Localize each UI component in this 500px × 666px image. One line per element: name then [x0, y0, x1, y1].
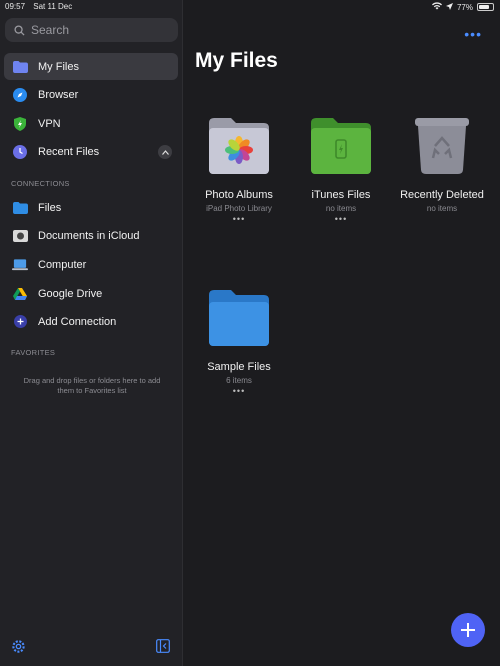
google-drive-icon — [12, 286, 28, 302]
connections-header: CONNECTIONS — [11, 179, 70, 188]
battery-icon — [477, 3, 494, 11]
gear-icon — [12, 640, 25, 653]
page-title: My Files — [195, 49, 278, 72]
sidebar-item-recent-files[interactable]: Recent Files — [4, 138, 178, 165]
sidebar-item-vpn[interactable]: VPN — [4, 110, 178, 137]
sidebar-item-label: Computer — [38, 258, 87, 271]
tile-recently-deleted[interactable]: Recently Deleted no items — [387, 108, 497, 213]
laptop-icon — [12, 257, 28, 273]
sidebar-item-label: Add Connection — [38, 315, 117, 328]
tile-subtitle: iPad Photo Library — [206, 204, 272, 213]
sidebar-collapse-icon — [156, 639, 170, 653]
plus-circle-icon — [12, 314, 28, 330]
sidebar-item-computer[interactable]: Computer — [4, 251, 178, 278]
compass-icon — [12, 87, 28, 103]
favorites-hint: Drag and drop files or folders here to a… — [23, 376, 161, 395]
shield-icon — [12, 116, 28, 132]
sidebar-item-label: Browser — [38, 88, 79, 101]
tile-name: Recently Deleted — [400, 189, 484, 201]
tile-itunes-files[interactable]: iTunes Files no items ••• — [286, 108, 396, 224]
tile-name: Sample Files — [207, 361, 271, 373]
tile-sample-files[interactable]: Sample Files 6 items ••• — [184, 280, 294, 396]
tile-subtitle: no items — [426, 204, 458, 213]
sidebar-item-label: My Files — [38, 60, 79, 73]
add-button[interactable] — [451, 613, 485, 647]
main-content: ••• My Files Photo Albums iPad Photo Lib… — [184, 0, 500, 666]
sidebar-item-documents-icloud[interactable]: Documents in iCloud — [4, 222, 178, 249]
status-time: 09:57 — [5, 2, 26, 11]
tile-name: Photo Albums — [205, 189, 273, 201]
photos-folder-icon — [184, 108, 294, 174]
battery-percent: 77% — [456, 2, 473, 12]
folder-icon — [12, 59, 28, 75]
search-icon — [14, 24, 25, 36]
sidebar-item-label: Documents in iCloud — [38, 229, 140, 242]
plus-icon — [461, 623, 475, 637]
sidebar-item-label: Recent Files — [38, 145, 100, 158]
sidebar-item-browser[interactable]: Browser — [4, 81, 178, 108]
status-bar: 09:57 Sat 11 Dec 77% — [0, 0, 500, 14]
sidebar: Search My Files Browser VPN Recent Files… — [0, 0, 183, 666]
toggle-sidebar-button[interactable] — [156, 639, 170, 658]
tile-more-button[interactable]: ••• — [286, 214, 396, 224]
chevron-up-icon — [161, 149, 169, 155]
favorites-header: FAVORITES — [11, 348, 56, 357]
sidebar-item-label: Google Drive — [38, 287, 103, 300]
sidebar-item-files[interactable]: Files — [4, 194, 178, 221]
add-connection-button[interactable]: Add Connection — [4, 308, 178, 335]
status-date: Sat 11 Dec — [33, 2, 73, 11]
collapse-recent-button[interactable] — [158, 145, 172, 159]
settings-button[interactable] — [11, 639, 26, 659]
sidebar-item-google-drive[interactable]: Google Drive — [4, 280, 178, 307]
search-input[interactable]: Search — [5, 18, 178, 42]
tile-name: iTunes Files — [311, 189, 371, 201]
sidebar-item-label: Files — [38, 201, 62, 214]
location-arrow-icon — [445, 2, 453, 12]
trash-folder-icon — [387, 108, 497, 174]
clock-icon — [12, 144, 28, 160]
search-placeholder: Search — [31, 23, 70, 37]
wifi-icon — [431, 2, 442, 12]
itunes-folder-icon — [286, 108, 396, 174]
tile-more-button[interactable]: ••• — [184, 214, 294, 224]
tile-subtitle: 6 items — [226, 376, 252, 385]
tile-photo-albums[interactable]: Photo Albums iPad Photo Library ••• — [184, 108, 294, 224]
more-options-button[interactable]: ••• — [464, 26, 482, 42]
documents-icon — [12, 228, 28, 244]
tile-more-button[interactable]: ••• — [184, 386, 294, 396]
sidebar-item-label: VPN — [38, 117, 61, 130]
blue-folder-icon — [184, 280, 294, 346]
tile-subtitle: no items — [325, 204, 357, 213]
files-folder-icon — [12, 200, 28, 216]
sidebar-item-my-files[interactable]: My Files — [4, 53, 178, 80]
